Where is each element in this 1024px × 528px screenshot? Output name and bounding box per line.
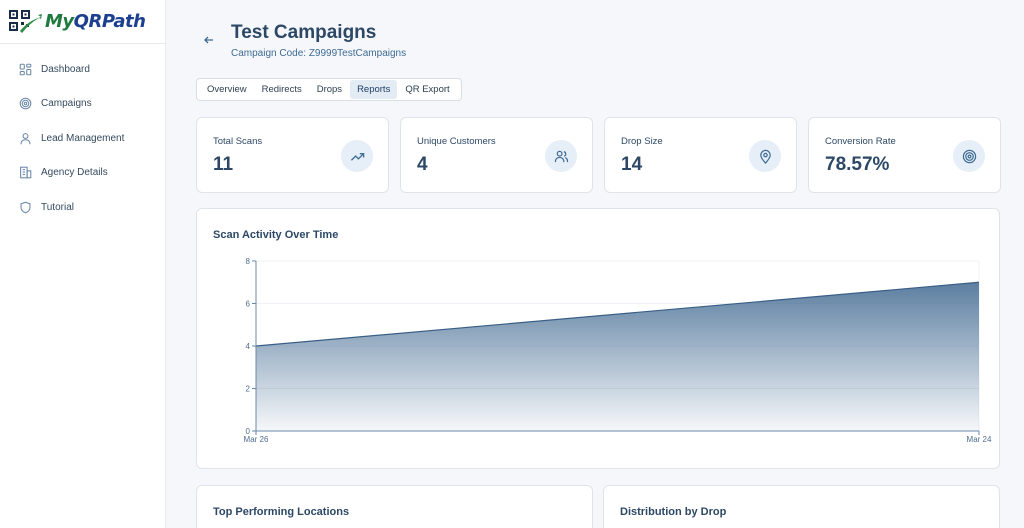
users-icon <box>545 140 577 172</box>
y-tick-label: 2 <box>246 385 251 394</box>
top-locations-card: Top Performing Locations <box>196 485 593 528</box>
tab-reports[interactable]: Reports <box>350 80 398 99</box>
tab-redirects[interactable]: Redirects <box>255 80 309 99</box>
area-fill <box>256 282 979 431</box>
qr-logo-icon <box>8 9 42 35</box>
map-pin-icon <box>749 140 781 172</box>
scan-activity-chart-card: Scan Activity Over Time 0 2 4 6 8 Mar 26 Mar 2… <box>196 208 1000 469</box>
sidebar-item-label: Lead Management <box>41 132 125 144</box>
sidebar-nav: Dashboard Campaigns Lead Management Agen… <box>0 44 165 225</box>
stat-value: 4 <box>417 154 428 175</box>
sidebar-item-lead-management[interactable]: Lead Management <box>0 121 165 156</box>
grid-icon <box>19 63 32 76</box>
stat-card-unique-customers: Unique Customers 4 <box>400 117 593 193</box>
sidebar-item-label: Campaigns <box>41 98 92 110</box>
stat-card-conversion-rate: Conversion Rate 78.57% <box>808 117 1001 193</box>
brand-logo[interactable]: MyQRPath <box>0 0 165 44</box>
stat-label: Total Scans <box>213 136 263 147</box>
scan-activity-chart: 02468Mar 26 Mar 24 <box>244 257 992 444</box>
sidebar-item-agency-details[interactable]: Agency Details <box>0 156 165 191</box>
stat-label: Unique Customers <box>417 136 496 147</box>
y-tick-label: 4 <box>246 342 251 351</box>
sidebar-item-label: Agency Details <box>41 167 108 179</box>
y-tick-label: 6 <box>246 300 251 309</box>
building-icon <box>20 166 32 179</box>
x-tick-label: Mar 24 <box>967 435 992 444</box>
brand-name-part2: QRPath <box>73 11 146 32</box>
y-tick-label: 8 <box>246 257 251 266</box>
stat-label: Conversion Rate <box>825 136 896 147</box>
tab-drops[interactable]: Drops <box>310 80 349 99</box>
sidebar-item-label: Tutorial <box>41 201 74 213</box>
trending-up-icon <box>341 140 373 172</box>
page-title: Test Campaigns <box>231 22 377 43</box>
user-icon <box>20 132 31 144</box>
tab-bar: Overview Redirects Drops Reports QR Expo… <box>196 78 462 101</box>
brand-name: MyQRPath <box>45 11 146 32</box>
sidebar-item-dashboard[interactable]: Dashboard <box>0 52 165 87</box>
sidebar-item-label: Dashboard <box>41 63 90 75</box>
target-icon <box>19 97 32 110</box>
back-arrow-icon[interactable] <box>203 34 215 46</box>
sidebar-item-campaigns[interactable]: Campaigns <box>0 87 165 122</box>
stat-card-total-scans: Total Scans 11 <box>196 117 389 193</box>
sidebar: MyQRPath Dashboard Campaigns Lead Manage… <box>0 0 166 528</box>
x-tick-label: Mar 26 <box>244 435 269 444</box>
stat-label: Drop Size <box>621 136 663 147</box>
tab-overview[interactable]: Overview <box>200 80 254 99</box>
tab-qr-export[interactable]: QR Export <box>398 80 456 99</box>
brand-name-part1: My <box>45 11 74 32</box>
sidebar-item-tutorial[interactable]: Tutorial <box>0 190 165 225</box>
stat-value: 14 <box>621 154 643 175</box>
stats-row: Total Scans 11 Unique Customers 4 Drop S… <box>196 117 1001 193</box>
stat-value: 78.57% <box>825 154 890 175</box>
main-content: Test Campaigns Campaign Code: Z9999TestC… <box>167 0 1024 528</box>
target-icon <box>953 140 985 172</box>
distribution-title: Distribution by Drop <box>620 506 727 518</box>
shield-icon <box>20 201 31 214</box>
campaign-code: Campaign Code: Z9999TestCampaigns <box>231 48 407 59</box>
stat-value: 11 <box>213 154 234 175</box>
distribution-card: Distribution by Drop <box>603 485 1000 528</box>
top-locations-title: Top Performing Locations <box>213 506 350 518</box>
stat-card-drop-size: Drop Size 14 <box>604 117 797 193</box>
